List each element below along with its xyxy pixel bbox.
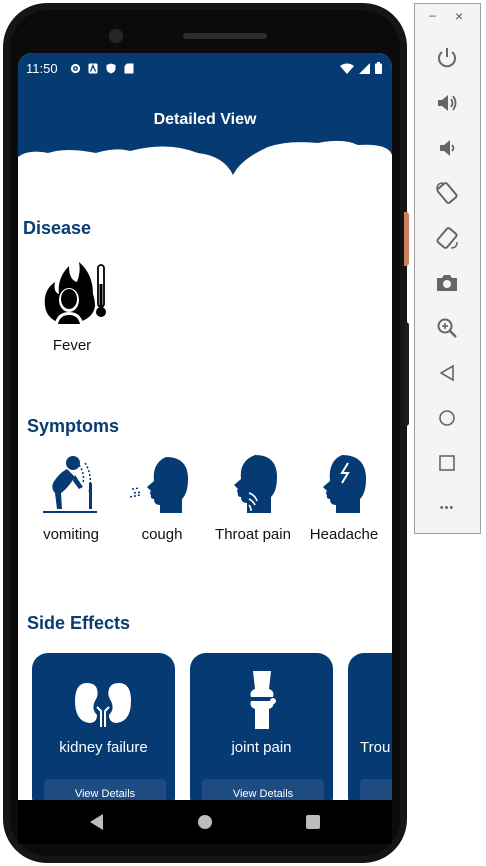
volume-up-icon[interactable] (432, 88, 462, 118)
earpiece-speaker (183, 33, 267, 39)
card-title: Trou (360, 739, 391, 756)
volume-side-button[interactable] (404, 322, 409, 426)
nav-overview-button[interactable] (306, 815, 320, 834)
app-screen: 11:50 Detailed View Disease Fever Sympto… (18, 53, 392, 800)
side-effects-carousel[interactable]: kidney failure View Details joint pain V… (18, 653, 392, 800)
side-effect-card-partial[interactable]: Trou (348, 653, 392, 800)
home-icon[interactable] (432, 403, 462, 433)
side-effect-card-kidney-failure[interactable]: kidney failure View Details (32, 653, 175, 800)
back-icon[interactable] (432, 358, 462, 388)
symptom-item-cough[interactable]: cough (126, 453, 198, 543)
front-camera (109, 29, 123, 43)
signal-icon (359, 61, 370, 79)
symptom-item-vomiting[interactable]: vomiting (34, 453, 108, 543)
side-effects-section-title: Side Effects (27, 613, 131, 633)
close-button[interactable]: × (455, 8, 463, 24)
symptom-label: vomiting (43, 526, 99, 543)
side-effect-card-joint-pain[interactable]: joint pain View Details (190, 653, 333, 800)
view-details-button[interactable] (360, 779, 392, 800)
overview-icon[interactable] (432, 448, 462, 478)
view-details-button[interactable]: View Details (202, 779, 324, 800)
symptom-label: cough (141, 526, 183, 543)
disease-section-title: Disease (23, 218, 92, 238)
throat-pain-icon (234, 455, 277, 513)
emulator-stage: 11:50 Detailed View Disease Fever Sympto… (0, 0, 486, 866)
disease-label: Fever (52, 337, 92, 354)
android-nav-bar (18, 800, 392, 844)
disease-item-fever[interactable]: Fever (32, 260, 112, 354)
rotate-left-icon[interactable] (432, 178, 462, 208)
vomiting-icon (43, 456, 97, 513)
header-cloud-shape (18, 83, 392, 175)
power-side-button[interactable] (404, 212, 409, 266)
a-notification-icon (88, 61, 98, 74)
nav-home-button[interactable] (198, 815, 212, 834)
more-options-button[interactable]: ••• (432, 493, 462, 523)
power-icon[interactable] (432, 42, 462, 72)
rotate-right-icon[interactable] (432, 223, 462, 253)
symptoms-section-title: Symptoms (27, 416, 120, 436)
volume-down-icon[interactable] (432, 133, 462, 163)
headache-icon (323, 455, 366, 513)
minimize-button[interactable]: – (429, 8, 436, 22)
symptom-item-throat-pain[interactable]: Throat pain (212, 453, 294, 543)
fever-icon (44, 262, 106, 324)
nav-back-button[interactable] (90, 814, 104, 835)
card-title: joint pain (231, 739, 292, 756)
status-time: 11:50 (26, 61, 58, 76)
status-bar: 11:50 (18, 53, 392, 83)
symptom-label: Headache (309, 526, 379, 543)
zoom-icon[interactable] (432, 313, 462, 343)
symptom-item-headache[interactable]: Headache (306, 453, 382, 543)
settings-icon (70, 61, 81, 74)
wifi-icon (340, 61, 354, 79)
knee-joint-icon (250, 671, 276, 729)
page-title: Detailed View (153, 111, 257, 128)
shield-icon (106, 61, 116, 74)
kidney-icon (75, 683, 131, 727)
view-details-button[interactable]: View Details (44, 779, 166, 800)
cough-icon (129, 457, 188, 513)
camera-icon[interactable] (432, 268, 462, 298)
card-title: kidney failure (59, 739, 148, 756)
symptom-label: Throat pain (215, 526, 291, 543)
emulator-toolbar: – × ••• (414, 3, 481, 534)
app-header: Detailed View (18, 83, 392, 207)
sd-card-icon (124, 61, 134, 74)
battery-icon (375, 61, 382, 79)
